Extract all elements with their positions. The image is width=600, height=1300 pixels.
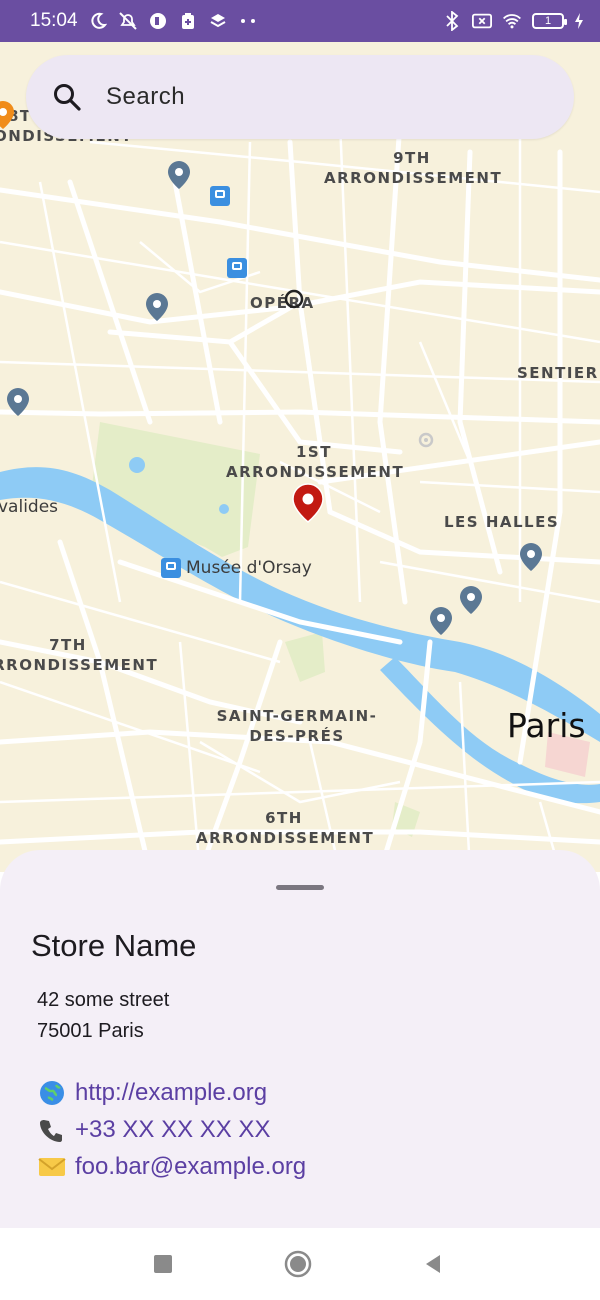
app-icon — [148, 11, 168, 31]
bluetooth-icon — [442, 11, 462, 31]
phone-icon — [37, 1117, 67, 1143]
globe-icon — [37, 1080, 67, 1106]
pond-2 — [219, 504, 229, 514]
square-icon — [154, 1255, 172, 1273]
landmark-ring-icon — [418, 432, 434, 448]
moon-icon — [88, 11, 108, 31]
phone-row[interactable]: +33 XX XX XX XX — [37, 1116, 270, 1144]
search-input[interactable] — [106, 83, 506, 111]
no-sim-icon — [472, 11, 492, 31]
location-ring-icon — [284, 289, 304, 309]
store-pin-icon[interactable] — [458, 585, 484, 615]
website-link[interactable]: http://example.org — [75, 1079, 267, 1107]
store-pin-icon[interactable] — [166, 160, 192, 190]
address-line-2: 75001 Paris — [37, 1020, 144, 1042]
charging-icon — [574, 11, 584, 31]
store-pin-icon[interactable] — [518, 542, 544, 572]
battery-icon: 1 — [532, 13, 567, 29]
email-link[interactable]: foo.bar@example.org — [75, 1153, 306, 1181]
phone-link[interactable]: +33 XX XX XX XX — [75, 1116, 270, 1144]
home-button[interactable] — [284, 1250, 312, 1278]
circle-icon — [284, 1250, 312, 1278]
back-button[interactable] — [419, 1250, 447, 1278]
more-dots-icon — [238, 11, 258, 31]
envelope-icon — [37, 1154, 67, 1180]
navigation-bar — [0, 1228, 600, 1300]
recents-button[interactable] — [149, 1250, 177, 1278]
layers-icon — [208, 11, 228, 31]
label-saint-germain: SAINT-GERMAIN- DES-PRÉS — [216, 707, 378, 745]
triangle-back-icon — [426, 1255, 440, 1273]
status-time: 15:04 — [30, 10, 78, 31]
metro-icon[interactable] — [210, 186, 230, 206]
search-bar[interactable] — [26, 55, 574, 139]
map-view[interactable]: 8TONDISSEMENT 9THARRONDISSEMENT OPÉRA SE… — [0, 42, 600, 872]
label-invalides: valides — [0, 497, 59, 517]
label-sentier: SENTIER — [517, 364, 599, 382]
search-icon[interactable] — [52, 82, 82, 112]
battery-level: 1 — [544, 15, 552, 27]
label-paris: Paris — [507, 706, 586, 745]
status-bar: 15:04 1 — [0, 0, 600, 42]
label-les-halles: LES HALLES — [444, 513, 560, 531]
website-row[interactable]: http://example.org — [37, 1079, 267, 1107]
wifi-icon — [502, 11, 522, 31]
store-pin-icon[interactable] — [144, 292, 170, 322]
metro-icon[interactable] — [227, 258, 247, 278]
label-arr9: 9TH ARRONDISSEMENT — [324, 149, 503, 187]
store-details-sheet[interactable]: Store Name 42 some street 75001 Paris ht… — [0, 850, 600, 1228]
label-arr7: 7THARRONDISSEMENT — [0, 636, 159, 674]
mute-icon — [118, 11, 138, 31]
store-pin-icon[interactable] — [428, 606, 454, 636]
label-arr6: 6TH ARRONDISSEMENT — [196, 809, 375, 847]
selected-store-pin-icon[interactable] — [291, 483, 325, 523]
pond-1 — [129, 457, 145, 473]
label-musee-orsay: Musée d'Orsay — [186, 558, 312, 578]
store-pin-icon[interactable] — [0, 100, 16, 130]
label-arr1: 1ST ARRONDISSEMENT — [226, 443, 405, 481]
store-pin-icon[interactable] — [5, 387, 31, 417]
sheet-drag-handle[interactable] — [276, 885, 324, 890]
clipboard-icon — [178, 11, 198, 31]
address-line-1: 42 some street — [37, 989, 170, 1011]
email-row[interactable]: foo.bar@example.org — [37, 1153, 306, 1181]
park-small — [285, 632, 325, 682]
metro-icon[interactable] — [161, 558, 181, 578]
store-name: Store Name — [31, 928, 197, 963]
